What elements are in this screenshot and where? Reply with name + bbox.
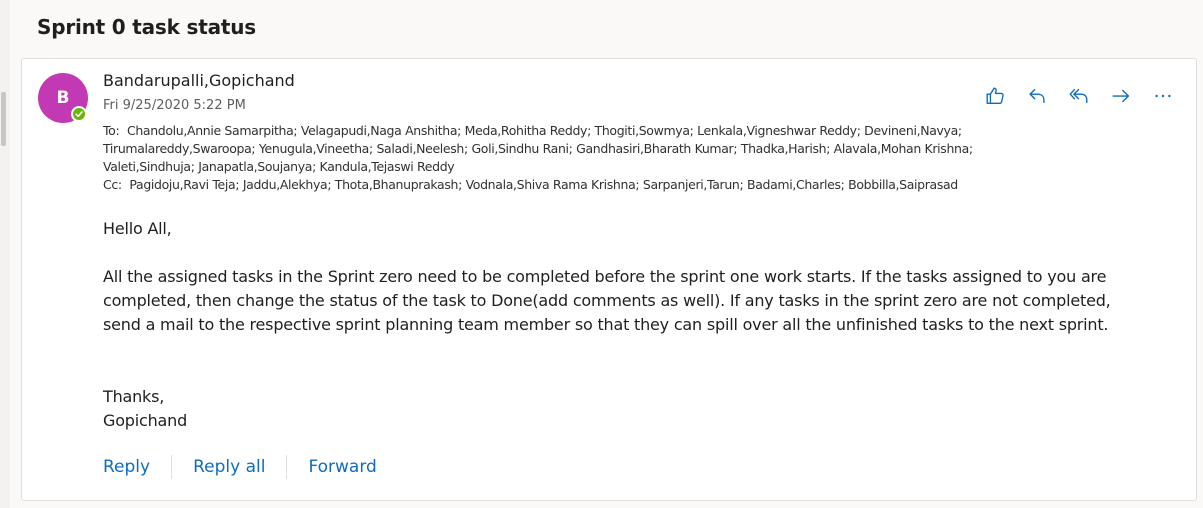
like-button[interactable]: [982, 83, 1008, 109]
signature: Gopichand: [103, 411, 188, 430]
body-line-2: completed, then change the status of the…: [103, 291, 1111, 310]
more-icon: [1155, 94, 1171, 98]
message-body: Hello All, All the assigned tasks in the…: [103, 217, 1173, 433]
cc-label: Cc:: [103, 177, 122, 192]
reply-all-icon: [1069, 88, 1088, 104]
reading-pane: Sprint 0 task status B Bandarupalli,Gopi…: [0, 0, 1203, 508]
to-label: To:: [103, 123, 120, 138]
forward-button[interactable]: Forward: [308, 457, 376, 477]
message-card: B Bandarupalli,Gopichand Fri 9/25/2020 5…: [21, 58, 1197, 501]
reply-button[interactable]: Reply: [103, 457, 150, 477]
to-line-2: Tirumalareddy,Swaroopa; Yenugula,Vineeth…: [103, 140, 1103, 158]
footer-actions: Reply Reply all Forward: [103, 455, 377, 479]
forward-icon-button[interactable]: [1108, 83, 1134, 109]
forward-icon: [1112, 89, 1130, 103]
recipients: To: Chandolu,Annie Samarpitha; Velagapud…: [103, 122, 1103, 194]
body-line-1: All the assigned tasks in the Sprint zer…: [103, 267, 1107, 286]
divider: [286, 455, 288, 479]
to-recipients-3[interactable]: Valeti,Sindhuja; Janapatla,Soujanya; Kan…: [103, 159, 455, 174]
to-line-1: To: Chandolu,Annie Samarpitha; Velagapud…: [103, 122, 1103, 140]
reply-all-icon-button[interactable]: [1066, 83, 1092, 109]
to-line-3: Valeti,Sindhuja; Janapatla,Soujanya; Kan…: [103, 158, 1103, 176]
reply-icon: [1029, 88, 1045, 104]
scrollbar-thumb[interactable]: [1, 92, 6, 146]
avatar-initial: B: [56, 88, 70, 108]
more-actions-button[interactable]: [1150, 83, 1176, 109]
sent-datetime: Fri 9/25/2020 5:22 PM: [103, 98, 246, 113]
greeting: Hello All,: [103, 219, 172, 238]
reply-all-button[interactable]: Reply all: [193, 457, 265, 477]
to-recipients-1[interactable]: Chandolu,Annie Samarpitha; Velagapudi,Na…: [127, 123, 962, 138]
message-actions: [982, 83, 1176, 109]
left-scrollbar[interactable]: [0, 0, 10, 508]
body-line-3: send a mail to the respective sprint pla…: [103, 315, 1109, 334]
like-icon: [986, 87, 1004, 105]
email-subject: Sprint 0 task status: [37, 15, 256, 39]
closing: Thanks,: [103, 387, 165, 406]
cc-line: Cc: Pagidoju,Ravi Teja; Jaddu,Alekhya; T…: [103, 176, 1103, 194]
sender-name[interactable]: Bandarupalli,Gopichand: [103, 71, 295, 90]
presence-available-icon: [71, 106, 87, 122]
divider: [171, 455, 173, 479]
cc-recipients[interactable]: Pagidoju,Ravi Teja; Jaddu,Alekhya; Thota…: [129, 177, 958, 192]
to-recipients-2[interactable]: Tirumalareddy,Swaroopa; Yenugula,Vineeth…: [103, 141, 973, 156]
reply-icon-button[interactable]: [1024, 83, 1050, 109]
